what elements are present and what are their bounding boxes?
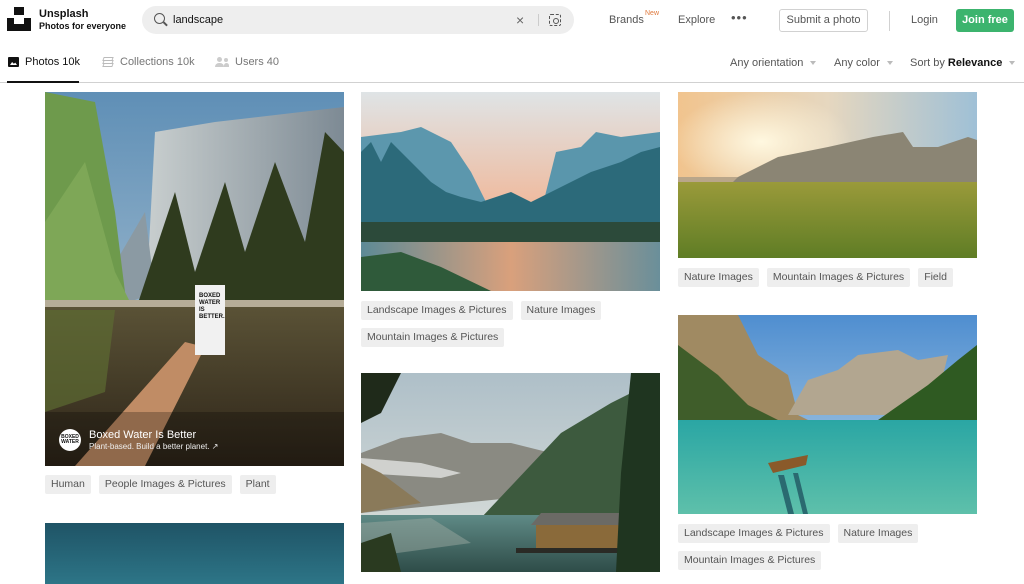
svg-text:IS: IS [199, 307, 205, 313]
tag[interactable]: Nature Images [678, 268, 759, 287]
photo-lake-cabin-image [361, 373, 660, 572]
sort-filter[interactable]: Sort by Relevance [910, 57, 1016, 69]
photo-valley-sunset[interactable] [361, 92, 660, 291]
search-bar: × [142, 6, 574, 34]
orientation-filter-label: Any orientation [730, 57, 804, 69]
collections-icon [102, 57, 114, 67]
orientation-filter[interactable]: Any orientation [730, 57, 817, 69]
sponsor-avatar[interactable]: BOXED WATER [59, 429, 81, 451]
tab-users[interactable]: Users 40 [215, 56, 279, 68]
search-icon[interactable] [154, 13, 165, 24]
tab-collections-label: Collections 10k [120, 56, 195, 68]
tag[interactable]: Field [918, 268, 953, 287]
svg-text:BETTER.: BETTER. [199, 314, 225, 320]
chevron-down-icon [886, 61, 893, 66]
sponsor-subtitle[interactable]: Plant-based. Build a better planet. ↗ [89, 442, 218, 451]
photo-tags: Human People Images & Pictures Plant [45, 475, 344, 494]
tab-collections[interactable]: Collections 10k [102, 56, 195, 68]
tag[interactable]: Nature Images [520, 301, 602, 320]
chevron-down-icon [1009, 61, 1016, 66]
photo-boxed-water-image: BOXED WATER IS BETTER. [45, 92, 344, 466]
sort-prefix: Sort by [910, 57, 945, 69]
clear-search-icon[interactable]: × [516, 12, 524, 28]
new-badge: New [645, 10, 660, 17]
top-header: Unsplash Photos for everyone × Brands Ne… [0, 0, 1024, 42]
photo-valley-sunset-image [361, 92, 660, 291]
sort-value: Relevance [947, 57, 1003, 69]
photo-field-sunrise[interactable] [678, 92, 977, 258]
unsplash-logo-icon[interactable] [7, 7, 31, 31]
tag[interactable]: Mountain Images & Pictures [766, 268, 911, 287]
join-free-button[interactable]: Join free [956, 9, 1014, 32]
photo-tags: Nature Images Mountain Images & Pictures… [678, 268, 977, 287]
active-tab-indicator [7, 81, 79, 83]
chevron-down-icon [810, 61, 817, 66]
submit-photo-button[interactable]: Submit a photo [779, 9, 868, 32]
tag[interactable]: Mountain Images & Pictures [361, 328, 505, 347]
users-icon [215, 57, 229, 67]
svg-text:WATER: WATER [199, 300, 221, 306]
sponsor-title[interactable]: Boxed Water Is Better [89, 429, 218, 441]
search-divider [538, 14, 539, 26]
tag[interactable]: People Images & Pictures [98, 475, 232, 494]
photo-lake-boat-image [678, 315, 977, 514]
tab-photos-label: Photos 10k [25, 56, 81, 68]
color-filter[interactable]: Any color [834, 57, 893, 69]
sponsor-info[interactable]: BOXED WATER Boxed Water Is Better Plant-… [59, 429, 218, 451]
header-divider [889, 11, 890, 31]
nav-brands[interactable]: Brands [609, 14, 644, 26]
more-menu-icon[interactable]: ••• [731, 10, 748, 25]
photo-teal-sky[interactable] [45, 523, 344, 584]
visual-search-icon[interactable] [549, 14, 561, 26]
tag[interactable]: Plant [239, 475, 276, 494]
photo-lake-boat[interactable] [678, 315, 977, 514]
tag[interactable]: Landscape Images & Pictures [678, 524, 830, 543]
tag[interactable]: Human [45, 475, 91, 494]
tab-users-label: Users 40 [235, 56, 280, 68]
login-link[interactable]: Login [911, 14, 938, 26]
tag[interactable]: Nature Images [837, 524, 919, 543]
search-input[interactable] [173, 12, 503, 28]
svg-text:BOXED: BOXED [199, 293, 221, 299]
tag[interactable]: Landscape Images & Pictures [361, 301, 513, 320]
tag[interactable]: Mountain Images & Pictures [678, 551, 822, 570]
photo-tags: Landscape Images & Pictures Nature Image… [361, 301, 660, 347]
photo-tags: Landscape Images & Pictures Nature Image… [678, 524, 977, 570]
nav-explore[interactable]: Explore [678, 14, 715, 26]
photo-boxed-water[interactable]: BOXED WATER IS BETTER. BOXED WATER Boxed… [45, 92, 344, 466]
photo-field-sunrise-image [678, 92, 977, 258]
tab-photos[interactable]: Photos 10k [8, 56, 80, 68]
brand-tagline: Photos for everyone [39, 21, 127, 31]
photo-icon [8, 57, 19, 67]
photo-lake-cabin[interactable] [361, 373, 660, 572]
search-tabs: Photos 10k Collections 10k Users 40 Any … [0, 42, 1024, 83]
color-filter-label: Any color [834, 57, 880, 69]
brand-name[interactable]: Unsplash [39, 8, 89, 20]
